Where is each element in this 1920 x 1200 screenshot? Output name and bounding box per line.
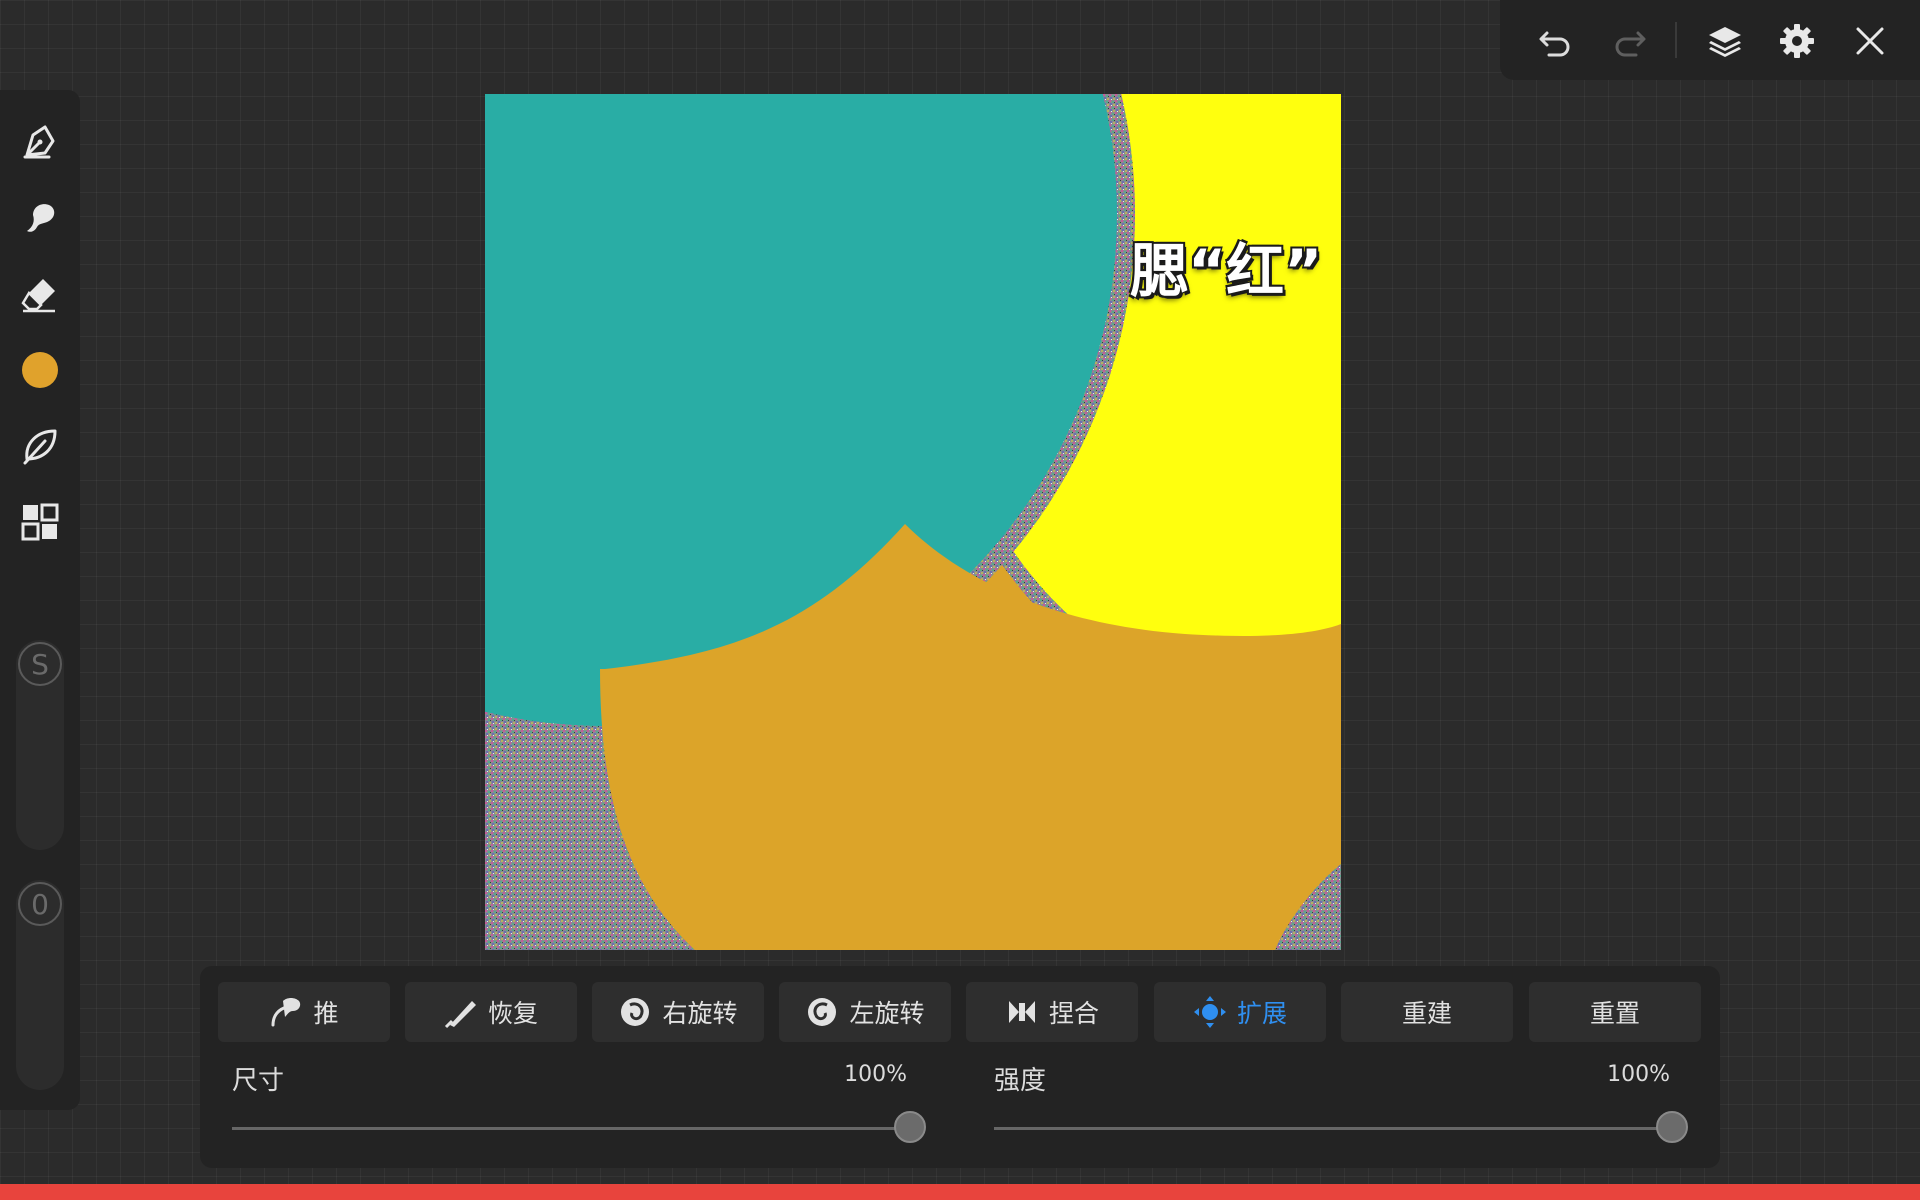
brush-opacity-slider[interactable]: 0 — [16, 880, 64, 1090]
size-slider-knob[interactable] — [894, 1111, 926, 1143]
tool-reset-button[interactable]: 重置 — [1529, 982, 1701, 1042]
settings-button[interactable] — [1772, 16, 1822, 66]
tool-rebuild-label: 重建 — [1401, 999, 1452, 1028]
expand-icon — [1193, 996, 1226, 1028]
eraser-icon — [21, 279, 55, 313]
color-picker-button[interactable] — [16, 346, 64, 394]
grid-icon — [21, 503, 59, 541]
twirl-left-icon — [808, 998, 837, 1026]
leaf-tool-button[interactable] — [16, 422, 64, 470]
strength-slider-track[interactable] — [994, 1127, 1672, 1130]
smudge-brush-icon — [27, 204, 55, 232]
gallery-button[interactable] — [16, 498, 64, 546]
strength-slider-value: 100% — [1607, 1062, 1670, 1087]
canvas-text: 腮“红” — [1130, 237, 1323, 305]
tool-expand-label: 扩展 — [1236, 999, 1287, 1028]
bottom-status-strip — [0, 1184, 1920, 1200]
tool-twirl-left-label: 左旋转 — [849, 999, 925, 1028]
undo-button[interactable] — [1530, 16, 1580, 66]
tool-pinch-button[interactable]: 捏合 — [966, 982, 1138, 1042]
eraser-tool-button[interactable] — [16, 270, 64, 318]
tool-pinch-label: 捏合 — [1048, 999, 1099, 1028]
top-toolbar — [1500, 0, 1920, 80]
color-icon — [22, 352, 58, 388]
toolbar-divider — [1675, 22, 1677, 58]
artwork — [485, 94, 1341, 950]
layers-button[interactable] — [1700, 16, 1750, 66]
leaf-icon — [23, 429, 57, 465]
tool-reset-label: 重置 — [1589, 999, 1640, 1028]
smudge-tool-button[interactable] — [16, 194, 64, 242]
redo-icon — [1615, 31, 1646, 57]
size-slider-track[interactable] — [232, 1127, 910, 1130]
tool-twirl-left-button[interactable]: 左旋转 — [779, 982, 951, 1042]
redo-button[interactable] — [1605, 16, 1655, 66]
gear-icon — [1780, 24, 1814, 58]
pen-icon — [23, 125, 55, 159]
undo-icon — [1539, 31, 1570, 57]
tool-restore-label: 恢复 — [487, 999, 538, 1028]
tool-twirl-right-label: 右旋转 — [662, 999, 738, 1028]
left-toolbar: S 0 — [0, 90, 80, 1110]
size-slider-value: 100% — [844, 1062, 907, 1087]
size-slider-label: 尺寸 — [232, 1066, 285, 1096]
layers-icon — [1709, 27, 1741, 57]
drawing-canvas[interactable]: 腮“红” — [485, 94, 1341, 950]
pen-tool-button[interactable] — [16, 118, 64, 166]
pinch-icon — [1008, 1001, 1035, 1023]
tool-push-button[interactable]: 推 — [218, 982, 390, 1042]
tool-rebuild-button[interactable]: 重建 — [1341, 982, 1513, 1042]
tool-twirl-right-button[interactable]: 右旋转 — [592, 982, 764, 1042]
restore-icon — [444, 1001, 476, 1029]
brush-size-slider[interactable]: S — [16, 640, 64, 850]
close-icon — [1856, 27, 1884, 55]
brush-opacity-knob[interactable]: 0 — [18, 882, 62, 926]
brush-size-knob[interactable]: S — [18, 642, 62, 686]
strength-slider-label: 强度 — [994, 1066, 1047, 1096]
tool-expand-button[interactable]: 扩展 — [1154, 982, 1326, 1042]
strength-slider-knob[interactable] — [1656, 1111, 1688, 1143]
close-button[interactable] — [1845, 16, 1895, 66]
tool-push-label: 推 — [313, 999, 339, 1028]
twirl-right-icon — [621, 998, 650, 1026]
tool-restore-button[interactable]: 恢复 — [405, 982, 577, 1042]
liquify-panel: 推 恢复 右旋转 左旋转 捏合 扩展 重建 重置 尺寸 100% 强度 100% — [200, 966, 1720, 1168]
push-icon — [271, 998, 301, 1027]
